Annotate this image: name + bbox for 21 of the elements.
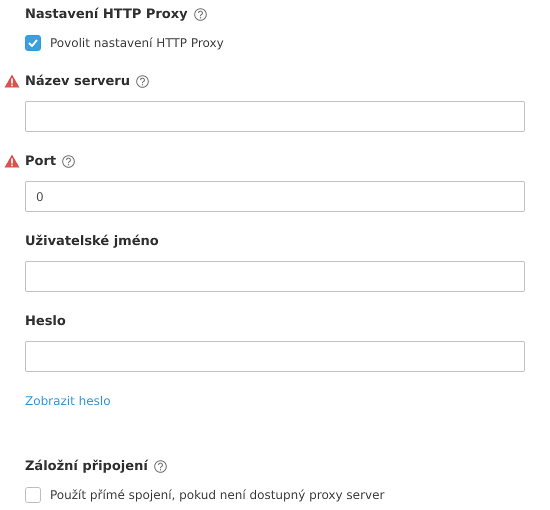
input-field[interactable] [25, 101, 525, 132]
field-label: Port [25, 154, 56, 168]
checkbox-label: Povolit nastavení HTTP Proxy [50, 36, 224, 50]
input-field[interactable] [25, 261, 525, 292]
checkbox[interactable] [25, 487, 41, 503]
warning-icon [4, 154, 20, 168]
field-label: Heslo [25, 314, 66, 328]
help-icon[interactable] [194, 8, 207, 20]
checkbox[interactable] [25, 35, 41, 51]
help-icon[interactable] [62, 154, 76, 168]
input-field[interactable]: 0 [25, 181, 525, 212]
field-label: Uživatelské jméno [25, 234, 159, 248]
section-title: Nastavení HTTP Proxy [25, 6, 188, 22]
help-icon[interactable] [136, 74, 149, 88]
field-label: Název serveru [25, 74, 130, 88]
help-icon[interactable] [154, 460, 167, 472]
section-title: Záložní připojení [25, 458, 148, 474]
checkmark-icon [28, 39, 38, 47]
input-field[interactable] [25, 341, 525, 372]
checkbox-label: Použít přímé spojení, pokud není dostupný proxy server [50, 488, 384, 502]
warning-icon [4, 74, 20, 88]
